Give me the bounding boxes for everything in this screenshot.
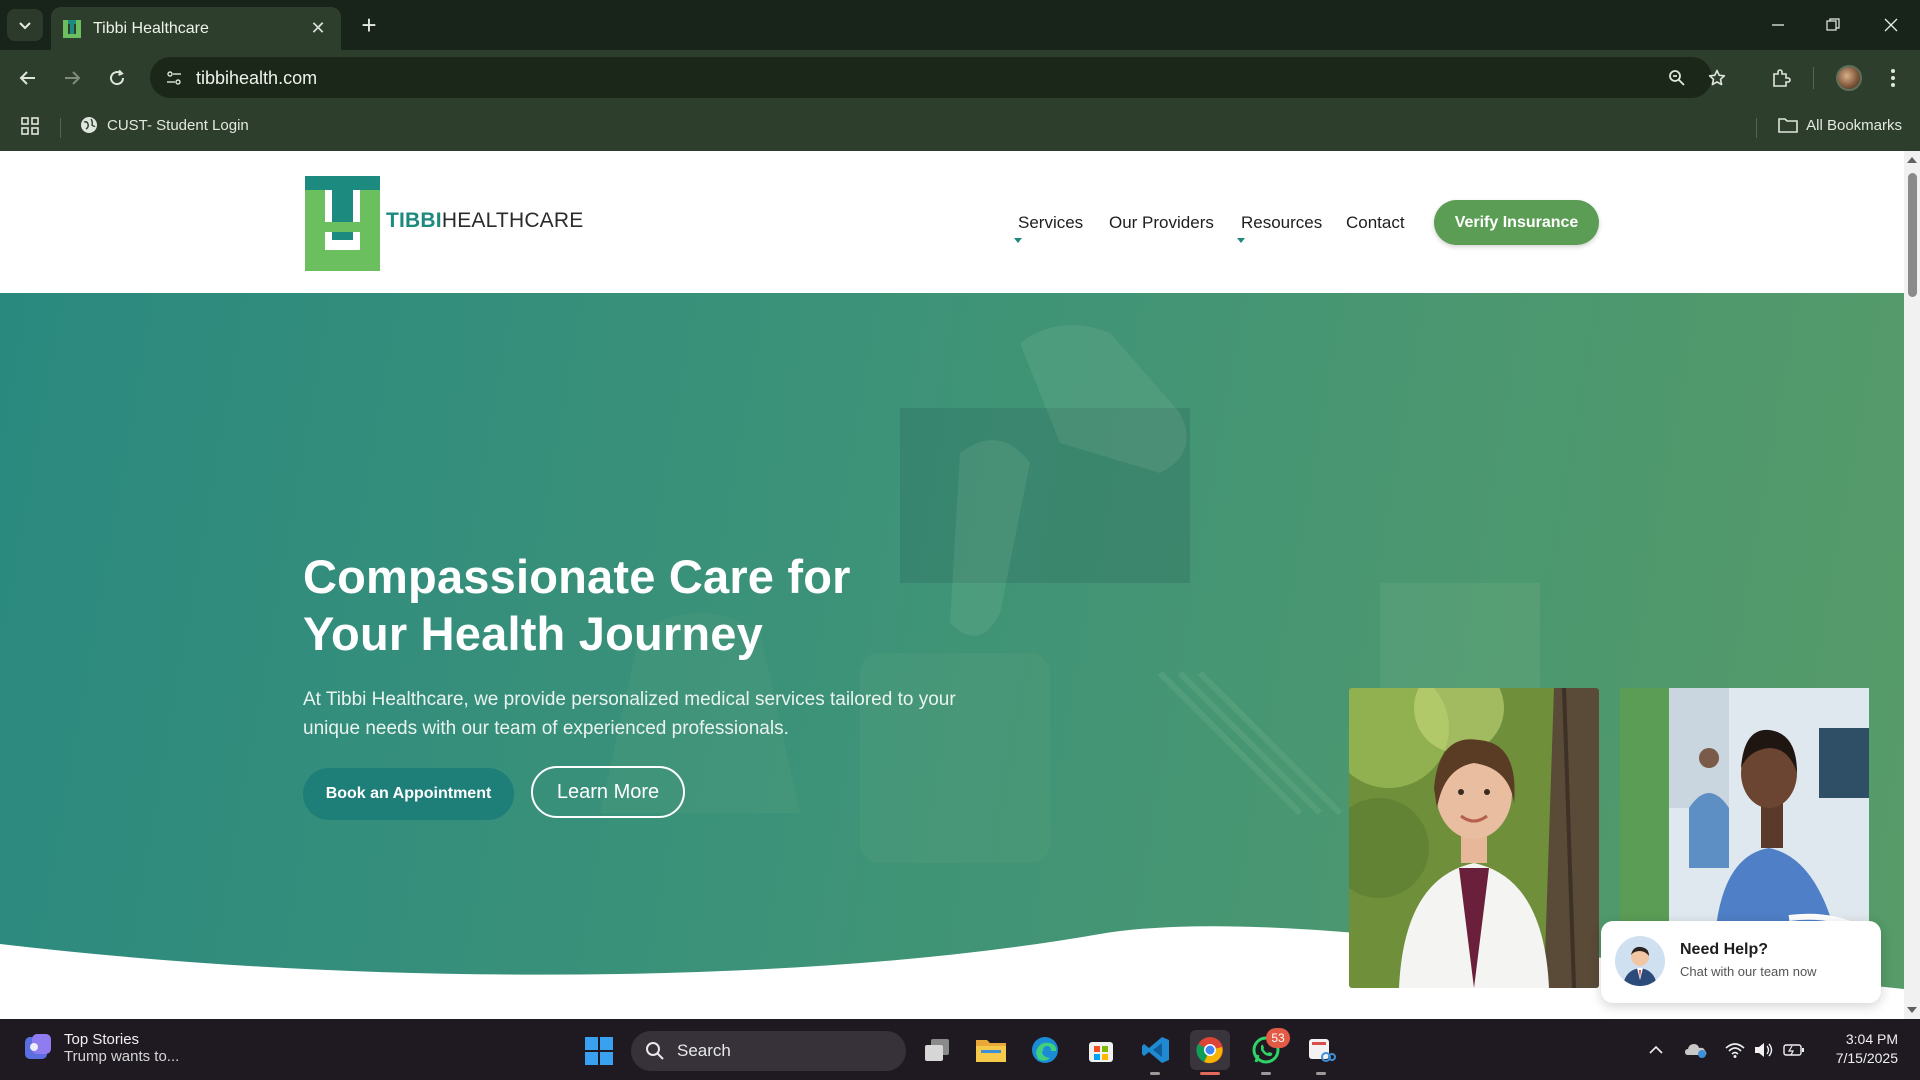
more-menu-icon[interactable]: [1877, 62, 1909, 94]
bookmark-label: CUST- Student Login: [107, 116, 249, 134]
book-appointment-button[interactable]: Book an Appointment: [303, 768, 514, 820]
resources-dropdown-caret-icon: [1237, 238, 1245, 243]
snipping-tool-icon[interactable]: [1301, 1030, 1341, 1070]
task-view-icon[interactable]: [917, 1030, 957, 1070]
doctor-photo-image: [1349, 688, 1599, 988]
site-info-icon[interactable]: [160, 64, 187, 91]
brand-name-regular: HEALTHCARE: [441, 209, 584, 232]
nav-resources[interactable]: Resources: [1241, 213, 1322, 233]
hero-title-line-2: Your Health Journey: [303, 607, 763, 660]
tibbi-favicon-icon: [63, 19, 81, 38]
whatsapp-notification-badge: 53: [1266, 1028, 1290, 1048]
whatsapp-running-indicator: [1261, 1072, 1271, 1075]
back-icon[interactable]: [12, 62, 44, 94]
news-widget-icon: [25, 1034, 51, 1059]
nav-our-providers[interactable]: Our Providers: [1109, 213, 1214, 233]
folder-icon: [1778, 118, 1798, 133]
bookmark-item[interactable]: CUST- Student Login: [80, 116, 249, 134]
bookmarks-bar: CUST- Student Login All Bookmarks: [0, 105, 1920, 151]
vscode-icon[interactable]: [1136, 1030, 1176, 1070]
vscode-running-indicator: [1150, 1072, 1160, 1075]
minimize-icon[interactable]: [1755, 8, 1801, 42]
apps-grid-icon[interactable]: [20, 116, 44, 140]
close-tab-icon[interactable]: ✕: [307, 18, 329, 39]
hero-title-line-1: Compassionate Care for: [303, 550, 851, 603]
help-widget-title: Need Help?: [1680, 941, 1769, 958]
all-bookmarks-button[interactable]: All Bookmarks: [1778, 116, 1902, 134]
scroll-up-icon[interactable]: [1907, 157, 1917, 163]
support-agent-avatar: [1615, 936, 1665, 986]
file-explorer-icon[interactable]: [971, 1030, 1011, 1070]
news-title: Top Stories: [64, 1031, 140, 1048]
chrome-active-indicator: [1200, 1072, 1220, 1075]
extensions-icon[interactable]: [1765, 62, 1797, 94]
clock-date: 7/15/2025: [1835, 1050, 1898, 1066]
hero-subtitle: At Tibbi Healthcare, we provide personal…: [303, 689, 956, 739]
tibbi-logo-icon[interactable]: [305, 176, 380, 271]
windows-start-icon[interactable]: [583, 1035, 615, 1067]
toolbar-divider: [1813, 67, 1814, 89]
microsoft-store-icon[interactable]: [1081, 1030, 1121, 1070]
browser-tab-active[interactable]: Tibbi Healthcare ✕: [51, 7, 341, 50]
page-viewport: TIBBIHEALTHCARE Services Our Providers R…: [0, 151, 1904, 1019]
site-header: TIBBIHEALTHCARE Services Our Providers R…: [0, 151, 1904, 293]
verify-insurance-button[interactable]: Verify Insurance: [1434, 200, 1599, 245]
zoom-icon[interactable]: [1664, 65, 1690, 91]
nav-contact[interactable]: Contact: [1346, 213, 1405, 233]
restore-icon[interactable]: [1810, 8, 1856, 42]
search-icon: [646, 1042, 664, 1060]
learn-more-button[interactable]: Learn More: [531, 766, 685, 818]
url-text: tibbihealth.com: [196, 68, 318, 88]
browser-toolbar: tibbihealth.com: [0, 50, 1920, 105]
reload-icon[interactable]: [101, 62, 133, 94]
new-tab-button[interactable]: +: [354, 10, 384, 40]
brand-name-bold: TIBBI: [386, 209, 442, 232]
battery-icon[interactable]: [1782, 1038, 1806, 1062]
bookmarks-divider-right: [1756, 118, 1757, 138]
chrome-icon[interactable]: [1190, 1030, 1230, 1070]
onedrive-icon[interactable]: [1684, 1038, 1708, 1062]
taskbar-search[interactable]: Search: [631, 1031, 906, 1071]
nav-services[interactable]: Services: [1018, 213, 1083, 233]
clock-time: 3:04 PM: [1845, 1031, 1898, 1047]
page-scrollbar[interactable]: [1904, 151, 1920, 1019]
bookmarks-divider: [60, 118, 61, 138]
hero-section: Compassionate Care for Your Health Journ…: [0, 293, 1904, 1019]
tab-title: Tibbi Healthcare: [93, 19, 209, 37]
snipping-running-indicator: [1316, 1072, 1326, 1075]
globe-icon: [81, 117, 97, 133]
scroll-down-icon[interactable]: [1907, 1007, 1917, 1013]
services-dropdown-caret-icon: [1014, 238, 1022, 243]
scrollbar-thumb[interactable]: [1908, 173, 1917, 297]
search-label: Search: [677, 1041, 731, 1060]
browser-titlebar: Tibbi Healthcare ✕ +: [0, 0, 1920, 50]
show-hidden-icons-chevron-up-icon[interactable]: [1644, 1038, 1668, 1062]
profile-avatar[interactable]: [1833, 62, 1865, 94]
bookmark-star-icon[interactable]: [1704, 65, 1730, 91]
brand-name[interactable]: TIBBIHEALTHCARE: [386, 209, 583, 233]
news-widget[interactable]: Top Stories Trump wants to...: [22, 1031, 179, 1065]
need-help-chat-widget[interactable]: Need Help? Chat with our team now: [1601, 921, 1881, 1003]
hero-title: Compassionate Care for Your Health Journ…: [303, 548, 1003, 662]
chevron-down-icon: [19, 22, 31, 30]
help-widget-subtitle: Chat with our team now: [1680, 964, 1817, 979]
windows-taskbar: Top Stories Trump wants to... Search 3:0…: [0, 1019, 1920, 1080]
all-bookmarks-label: All Bookmarks: [1806, 116, 1902, 134]
volume-icon[interactable]: [1752, 1038, 1776, 1062]
wifi-icon[interactable]: [1723, 1038, 1747, 1062]
address-bar[interactable]: tibbihealth.com: [150, 57, 1726, 98]
close-window-icon[interactable]: [1868, 8, 1914, 42]
system-clock[interactable]: 3:04 PM 7/15/2025: [1836, 1030, 1898, 1068]
forward-icon[interactable]: [56, 62, 88, 94]
edge-browser-icon[interactable]: [1025, 1030, 1065, 1070]
news-subtitle: Trump wants to...: [64, 1048, 180, 1065]
tab-search-button[interactable]: [7, 9, 43, 41]
